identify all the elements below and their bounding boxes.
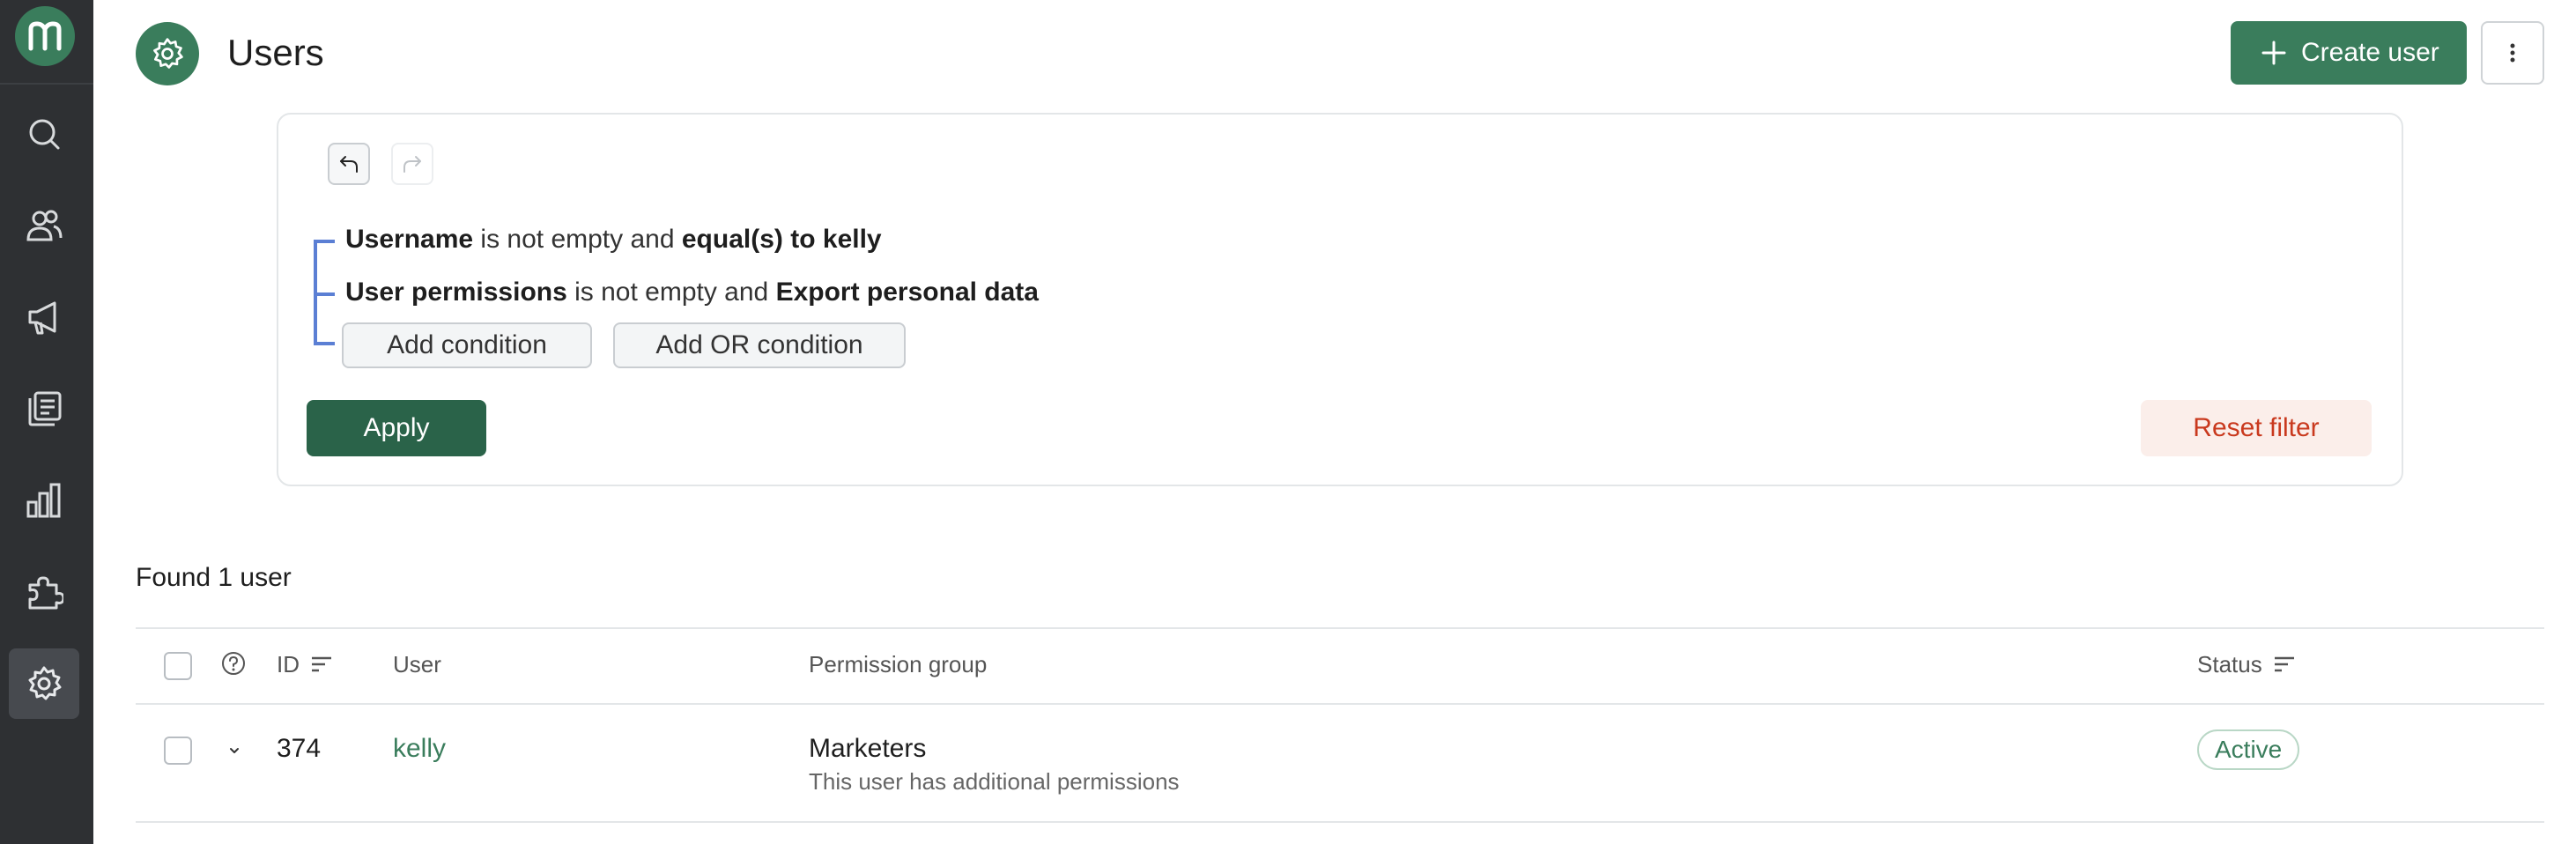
sidebar-item-messages[interactable] [9,374,79,444]
permission-group: Marketers [809,734,927,763]
add-condition-button[interactable]: Add condition [342,322,592,368]
row-select-checkbox[interactable] [164,737,192,765]
redo-icon [403,156,421,173]
sidebar-item-campaigns[interactable] [9,282,79,352]
help-icon[interactable] [220,650,247,677]
column-header-label: ID [277,651,300,677]
condition-operator: is not empty and [473,225,682,254]
create-user-button[interactable]: Create user [2231,21,2467,85]
condition-tree-tick [314,292,335,296]
analytics-icon [26,483,61,518]
results-count: Found 1 user [136,563,292,592]
filter-condition[interactable]: Username is not empty and equal(s) to ke… [345,222,882,257]
table-header-divider [136,703,2544,705]
chevron-down-icon[interactable] [224,740,245,761]
megaphone-icon [28,301,56,335]
gear-icon [153,38,183,69]
plus-icon [2261,41,2286,65]
condition-tree-tick [314,240,335,243]
condition-operator: is not empty and [566,278,776,307]
table-top-divider [136,627,2544,629]
search-icon [29,119,60,150]
column-header-user: User [393,650,441,678]
condition-value: Export personal data [775,278,1039,307]
user-id: 374 [277,734,322,763]
column-header-label: User [393,651,441,677]
column-header-permission-group: Permission group [809,650,987,678]
settings-header-icon [136,22,199,85]
condition-field: User permissions [345,278,567,307]
filter-condition[interactable]: User permissions is not empty and Export… [345,275,1039,310]
user-link[interactable]: kelly [393,731,446,766]
sidebar-item-analytics[interactable] [9,465,79,536]
sidebar [0,0,93,844]
apply-button[interactable]: Apply [307,400,486,456]
gear-icon [28,666,62,700]
undo-icon [340,156,358,173]
puzzle-icon [28,576,63,610]
sidebar-item-settings[interactable] [9,648,79,719]
column-header-id[interactable]: ID [277,650,333,678]
undo-button[interactable] [328,143,370,185]
column-header-label: Permission group [809,651,988,677]
reset-filter-button[interactable]: Reset filter [2141,400,2372,456]
sidebar-divider [0,83,93,85]
table-row-divider [136,821,2544,823]
more-actions-button[interactable] [2481,21,2544,85]
app-logo[interactable] [15,6,75,66]
sidebar-item-integrations[interactable] [9,557,79,627]
condition-tree-tick [314,342,335,345]
condition-value: equal(s) to kelly [681,225,882,254]
sort-icon [2274,656,2294,672]
more-vertical-icon [2510,43,2515,63]
sidebar-item-search[interactable] [9,99,79,169]
logo-m-icon [28,21,62,51]
add-or-condition-button[interactable]: Add OR condition [613,322,906,368]
campaigns-icon [28,391,62,426]
create-user-label: Create user [2301,38,2439,67]
condition-field: Username [345,225,474,254]
permission-note: This user has additional permissions [809,768,1180,795]
column-header-label: Status [2197,651,2262,677]
page-title: Users [227,32,324,73]
users-icon [26,210,63,241]
status-badge: Active [2197,729,2300,770]
sort-icon [312,656,331,672]
select-all-checkbox[interactable] [164,652,192,680]
column-header-status[interactable]: Status [2197,650,2296,678]
sidebar-item-users[interactable] [9,190,79,261]
redo-button[interactable] [391,143,433,185]
